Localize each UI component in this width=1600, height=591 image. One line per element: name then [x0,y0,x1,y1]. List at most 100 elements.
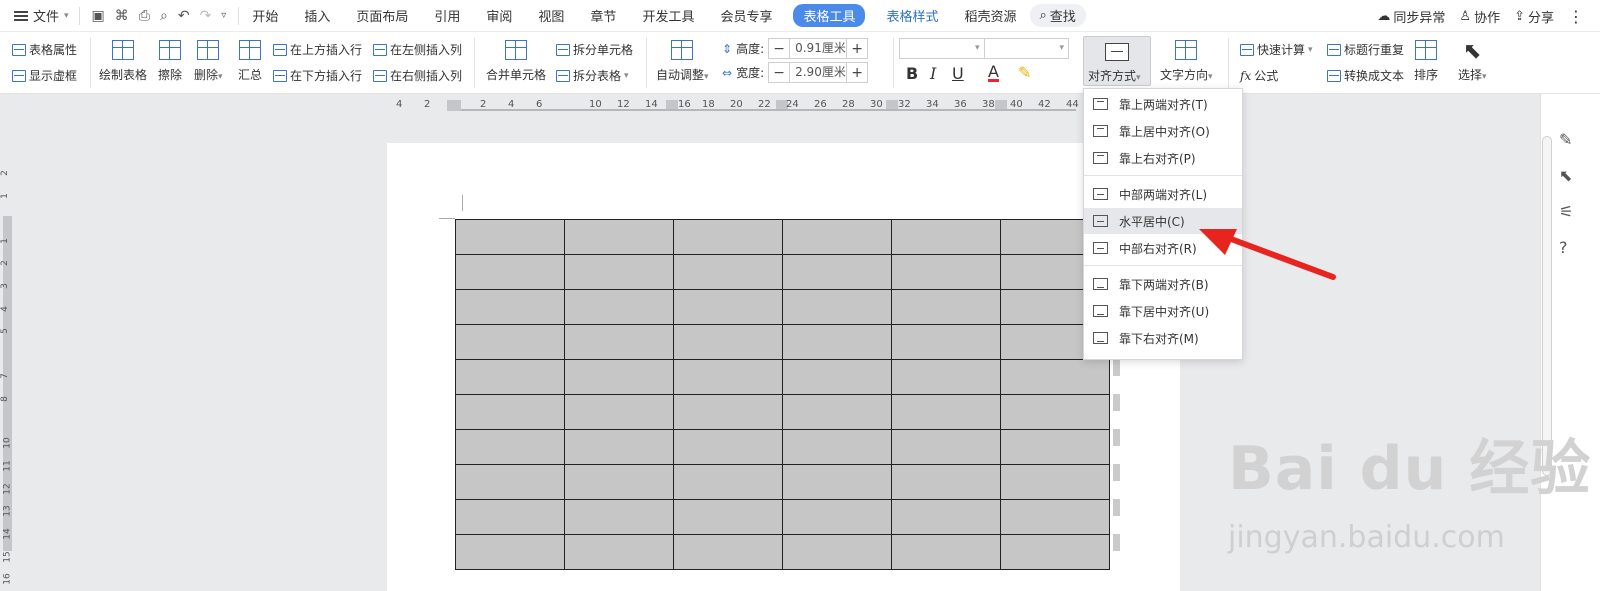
document-table[interactable] [455,219,1110,570]
menu-item-bottom-center[interactable]: 靠下居中对齐(U) [1084,298,1242,324]
tab-member[interactable]: 会员专享 [707,6,785,25]
table-cell[interactable] [564,394,674,430]
table-row[interactable] [455,219,1110,255]
quick-calc-button[interactable]: 快速计算 ▾ [1240,41,1313,58]
menu-item-top-right[interactable]: 靠上右对齐(P) [1084,145,1242,171]
table-cell[interactable] [1000,359,1110,395]
table-cell[interactable] [891,534,1001,570]
table-cell[interactable] [455,219,565,255]
menu-item-middle-justify[interactable]: 中部两端对齐(L) [1084,181,1242,207]
table-cell[interactable] [673,394,783,430]
table-row[interactable] [455,324,1110,360]
width-decrease-button[interactable]: − [769,65,789,81]
table-cell[interactable] [782,429,892,465]
tab-docer[interactable]: 稻壳资源 [952,6,1030,25]
underline-button[interactable]: U [952,64,964,83]
table-cell[interactable] [673,219,783,255]
table-cell[interactable] [891,254,1001,290]
table-cell[interactable] [564,324,674,360]
table-cell[interactable] [1000,534,1110,570]
edit-icon[interactable]: ✎ [1559,130,1572,149]
table-cell[interactable] [673,499,783,535]
height-input[interactable]: 0.91厘米 [789,39,848,58]
erase-button[interactable]: 擦除 [158,40,182,83]
table-cell[interactable] [455,429,565,465]
font-color-button[interactable]: A [988,64,999,82]
menu-item-top-center[interactable]: 靠上居中对齐(O) [1084,118,1242,144]
table-cell[interactable] [455,289,565,325]
table-cell[interactable] [782,359,892,395]
help-icon[interactable]: ? [1559,238,1568,257]
table-cell[interactable] [891,324,1001,360]
table-props-button[interactable]: 表格属性 [12,41,77,58]
table-cell[interactable] [673,464,783,500]
auto-fit-button[interactable]: 自动调整▾ [656,40,709,83]
table-cell[interactable] [564,289,674,325]
table-cell[interactable] [782,254,892,290]
table-cell[interactable] [782,324,892,360]
print-preview-icon[interactable]: ⌕ [160,9,168,23]
format-painter-icon[interactable]: ⌘ [115,9,129,23]
tab-chapter[interactable]: 章节 [577,6,629,25]
delete-button[interactable]: 删除▾ [194,40,223,83]
sort-button[interactable]: 排序 [1414,40,1438,83]
tab-table-style[interactable]: 表格样式 [873,6,951,25]
sync-status[interactable]: ☁ 同步异常 [1377,7,1445,26]
table-cell[interactable] [673,289,783,325]
table-cell[interactable] [782,289,892,325]
height-increase-button[interactable]: + [847,41,867,57]
insert-row-below-button[interactable]: 在下方插入行 [273,67,362,84]
width-input[interactable]: 2.90厘米 [789,63,848,82]
font-family-select[interactable]: ▾ [900,39,985,58]
table-cell[interactable] [455,534,565,570]
tab-developer[interactable]: 开发工具 [629,6,707,25]
align-button[interactable]: 对齐方式▾ [1083,36,1151,86]
collab-button[interactable]: ♙ 协作 [1459,7,1500,26]
table-cell[interactable] [1000,394,1110,430]
settings-sliders-icon[interactable]: ⚟ [1559,202,1573,221]
table-cell[interactable] [1000,429,1110,465]
repeat-header-button[interactable]: 标题行重复 [1327,41,1404,58]
search-button[interactable]: ⌕ 查找 [1029,4,1086,27]
table-cell[interactable] [891,499,1001,535]
table-row[interactable] [455,289,1110,325]
table-cell[interactable] [891,464,1001,500]
insert-col-left-button[interactable]: 在左侧插入列 [373,41,462,58]
table-row[interactable] [455,394,1110,430]
table-cell[interactable] [782,464,892,500]
table-row[interactable] [455,499,1110,535]
table-cell[interactable] [455,324,565,360]
table-cell[interactable] [455,394,565,430]
table-cell[interactable] [564,464,674,500]
table-cell[interactable] [455,464,565,500]
highlight-icon[interactable]: ✎ [1018,63,1031,82]
font-size-select[interactable]: ▾ [985,39,1069,58]
more-icon[interactable]: ⋮ [1568,7,1584,26]
table-cell[interactable] [564,429,674,465]
tab-view[interactable]: 视图 [525,6,577,25]
table-cell[interactable] [673,254,783,290]
table-cell[interactable] [564,534,674,570]
menu-item-top-justify[interactable]: 靠上两端对齐(T) [1084,91,1242,117]
summary-button[interactable]: 汇总 [238,40,262,83]
table-cell[interactable] [564,254,674,290]
save-icon[interactable]: ▣ [92,9,105,23]
table-cell[interactable] [564,219,674,255]
menu-item-bottom-right[interactable]: 靠下右对齐(M) [1084,325,1242,351]
convert-text-button[interactable]: 转换成文本 [1327,67,1404,84]
table-cell[interactable] [891,289,1001,325]
width-increase-button[interactable]: + [847,65,867,81]
table-cell[interactable] [455,499,565,535]
tab-references[interactable]: 引用 [421,6,473,25]
merge-cells-button[interactable]: 合并单元格 [486,40,546,83]
table-cell[interactable] [1000,499,1110,535]
bold-button[interactable]: B [906,64,918,83]
table-cell[interactable] [891,359,1001,395]
table-cell[interactable] [891,219,1001,255]
undo-icon[interactable]: ↶ [178,9,190,23]
table-row[interactable] [455,429,1110,465]
height-decrease-button[interactable]: − [769,41,789,57]
table-row[interactable] [455,359,1110,395]
show-gridlines-button[interactable]: 显示虚框 [12,67,77,84]
table-cell[interactable] [673,429,783,465]
